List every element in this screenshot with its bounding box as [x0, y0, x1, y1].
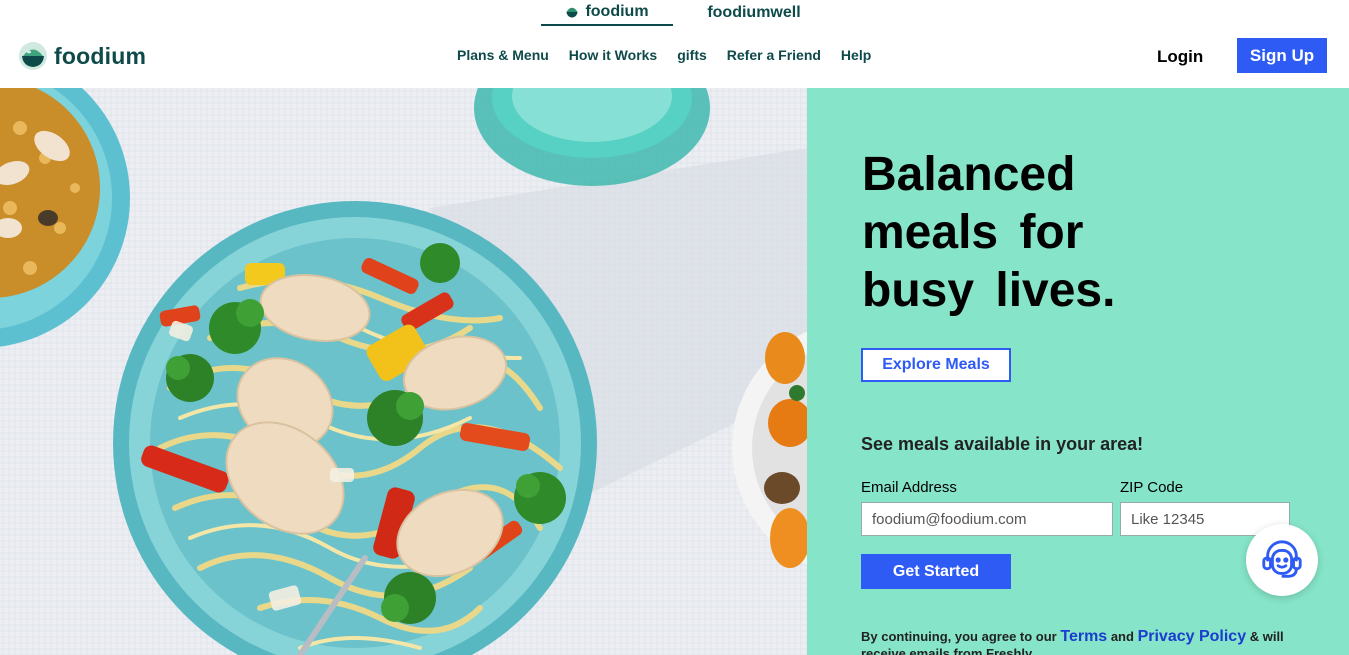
site-header: foodium Plans & Menu How it Works gifts …	[0, 26, 1349, 88]
brand-tab-foodiumwell[interactable]: foodiumwell	[693, 0, 815, 26]
login-link[interactable]: Login	[1157, 47, 1203, 67]
headline-line: busy lives.	[862, 264, 1116, 317]
zip-label: ZIP Code	[1120, 479, 1184, 496]
headline-line: meals for	[862, 206, 1084, 259]
logo-text: foodium	[54, 42, 147, 69]
hero-headline: Balanced meals for busy lives.	[862, 146, 1162, 320]
bowl-icon	[19, 42, 47, 70]
main-nav: Plans & Menu How it Works gifts Refer a …	[457, 47, 891, 63]
explore-meals-button[interactable]: Explore Meals	[861, 348, 1011, 382]
bowl-icon	[566, 7, 579, 18]
nav-refer-friend[interactable]: Refer a Friend	[727, 47, 821, 63]
hero-food-image	[0, 88, 807, 655]
legal-notice: By continuing, you agree to our Terms an…	[861, 628, 1301, 655]
brand-switcher: foodium foodiumwell	[541, 0, 815, 26]
nav-how-it-works[interactable]: How it Works	[569, 47, 657, 63]
support-agent-icon	[1262, 540, 1302, 578]
email-input[interactable]	[861, 502, 1113, 536]
email-label: Email Address	[861, 479, 957, 496]
chat-support-button[interactable]	[1246, 524, 1318, 596]
brand-tab-label: foodiumwell	[707, 4, 801, 21]
food-illustration	[0, 88, 807, 655]
headline-line: Balanced	[862, 148, 1076, 201]
legal-prefix: By continuing, you agree to our	[861, 629, 1057, 644]
site-logo[interactable]: foodium	[18, 41, 146, 71]
terms-link[interactable]: Terms	[1060, 628, 1107, 645]
nav-help[interactable]: Help	[841, 47, 871, 63]
nav-plans-menu[interactable]: Plans & Menu	[457, 47, 549, 63]
legal-and: and	[1110, 629, 1134, 644]
privacy-policy-link[interactable]: Privacy Policy	[1138, 628, 1247, 645]
nav-gifts[interactable]: gifts	[677, 47, 707, 63]
get-started-button[interactable]: Get Started	[861, 554, 1011, 589]
brand-tab-foodium[interactable]: foodium	[541, 0, 673, 26]
signup-button[interactable]: Sign Up	[1237, 38, 1327, 73]
brand-tab-label: foodium	[585, 3, 649, 20]
area-availability-title: See meals available in your area!	[861, 434, 1144, 454]
